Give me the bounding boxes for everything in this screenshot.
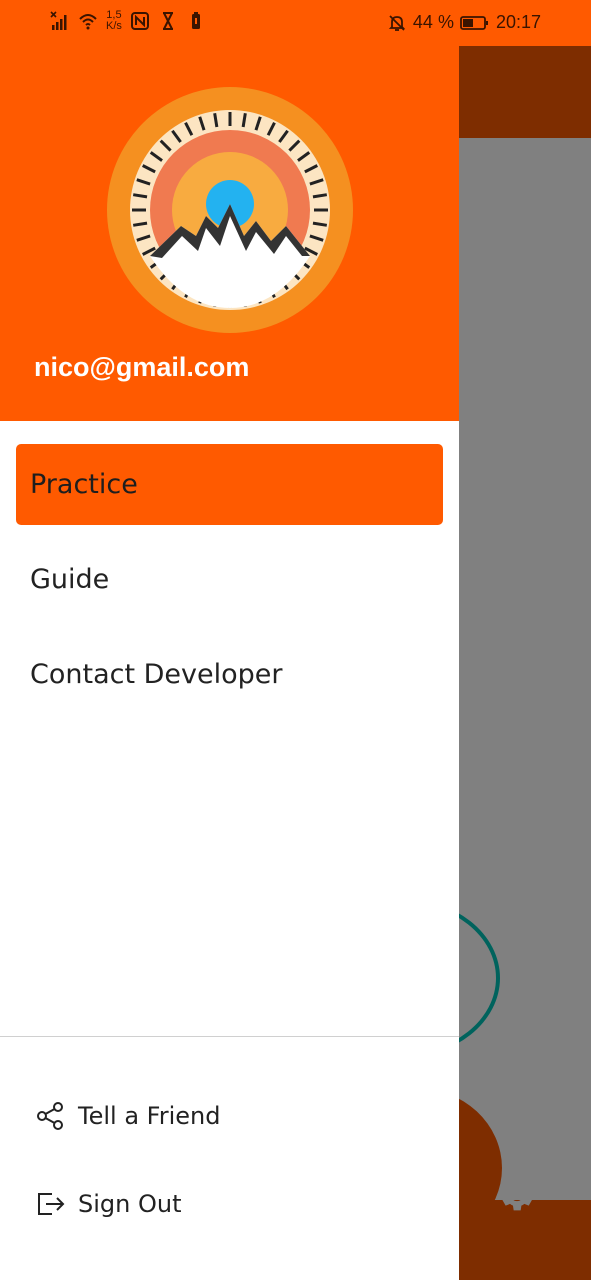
navigation-drawer: nico@gmail.com Practice Guide Contact De… (0, 46, 459, 1280)
share-icon (37, 1102, 63, 1130)
nfc-icon (130, 12, 149, 30)
tell-a-friend-button[interactable]: Tell a Friend (34, 1096, 220, 1136)
battery-percent: 44 % (412, 12, 454, 32)
sign-out-button[interactable]: Sign Out (34, 1184, 182, 1224)
mountain-sun-logo (107, 87, 353, 333)
drawer-divider (0, 1036, 459, 1037)
clock: 20:17 (495, 12, 541, 32)
signal-x-icon (50, 11, 67, 30)
menu-item-guide[interactable]: Guide (16, 539, 443, 620)
user-email: nico@gmail.com (34, 352, 250, 382)
hourglass-icon (162, 12, 173, 30)
battery-icon (460, 15, 488, 30)
battery-saver-icon (191, 12, 200, 29)
status-bar-right: 44 % 20:17 (387, 12, 541, 33)
network-speed-unit: K/s (106, 20, 122, 32)
drawer-header: nico@gmail.com (0, 46, 459, 421)
status-bar: 1,5 K/s 44 % 20:17 (0, 0, 591, 46)
gear-icon[interactable] (496, 1174, 538, 1216)
menu-item-contact-developer[interactable]: Contact Developer (16, 634, 443, 715)
menu-item-practice[interactable]: Practice (16, 444, 443, 525)
sign-out-icon (38, 1193, 65, 1215)
wifi-icon (79, 14, 97, 30)
sign-out-label: Sign Out (78, 1190, 182, 1218)
menu-item-label: Contact Developer (30, 659, 283, 690)
menu-item-label: Guide (30, 564, 110, 595)
network-speed: 1,5 K/s (106, 10, 122, 32)
tell-a-friend-label: Tell a Friend (78, 1102, 221, 1130)
bell-off-icon (388, 14, 406, 31)
status-bar-left: 1,5 K/s (50, 10, 206, 32)
menu-item-label: Practice (30, 469, 138, 500)
